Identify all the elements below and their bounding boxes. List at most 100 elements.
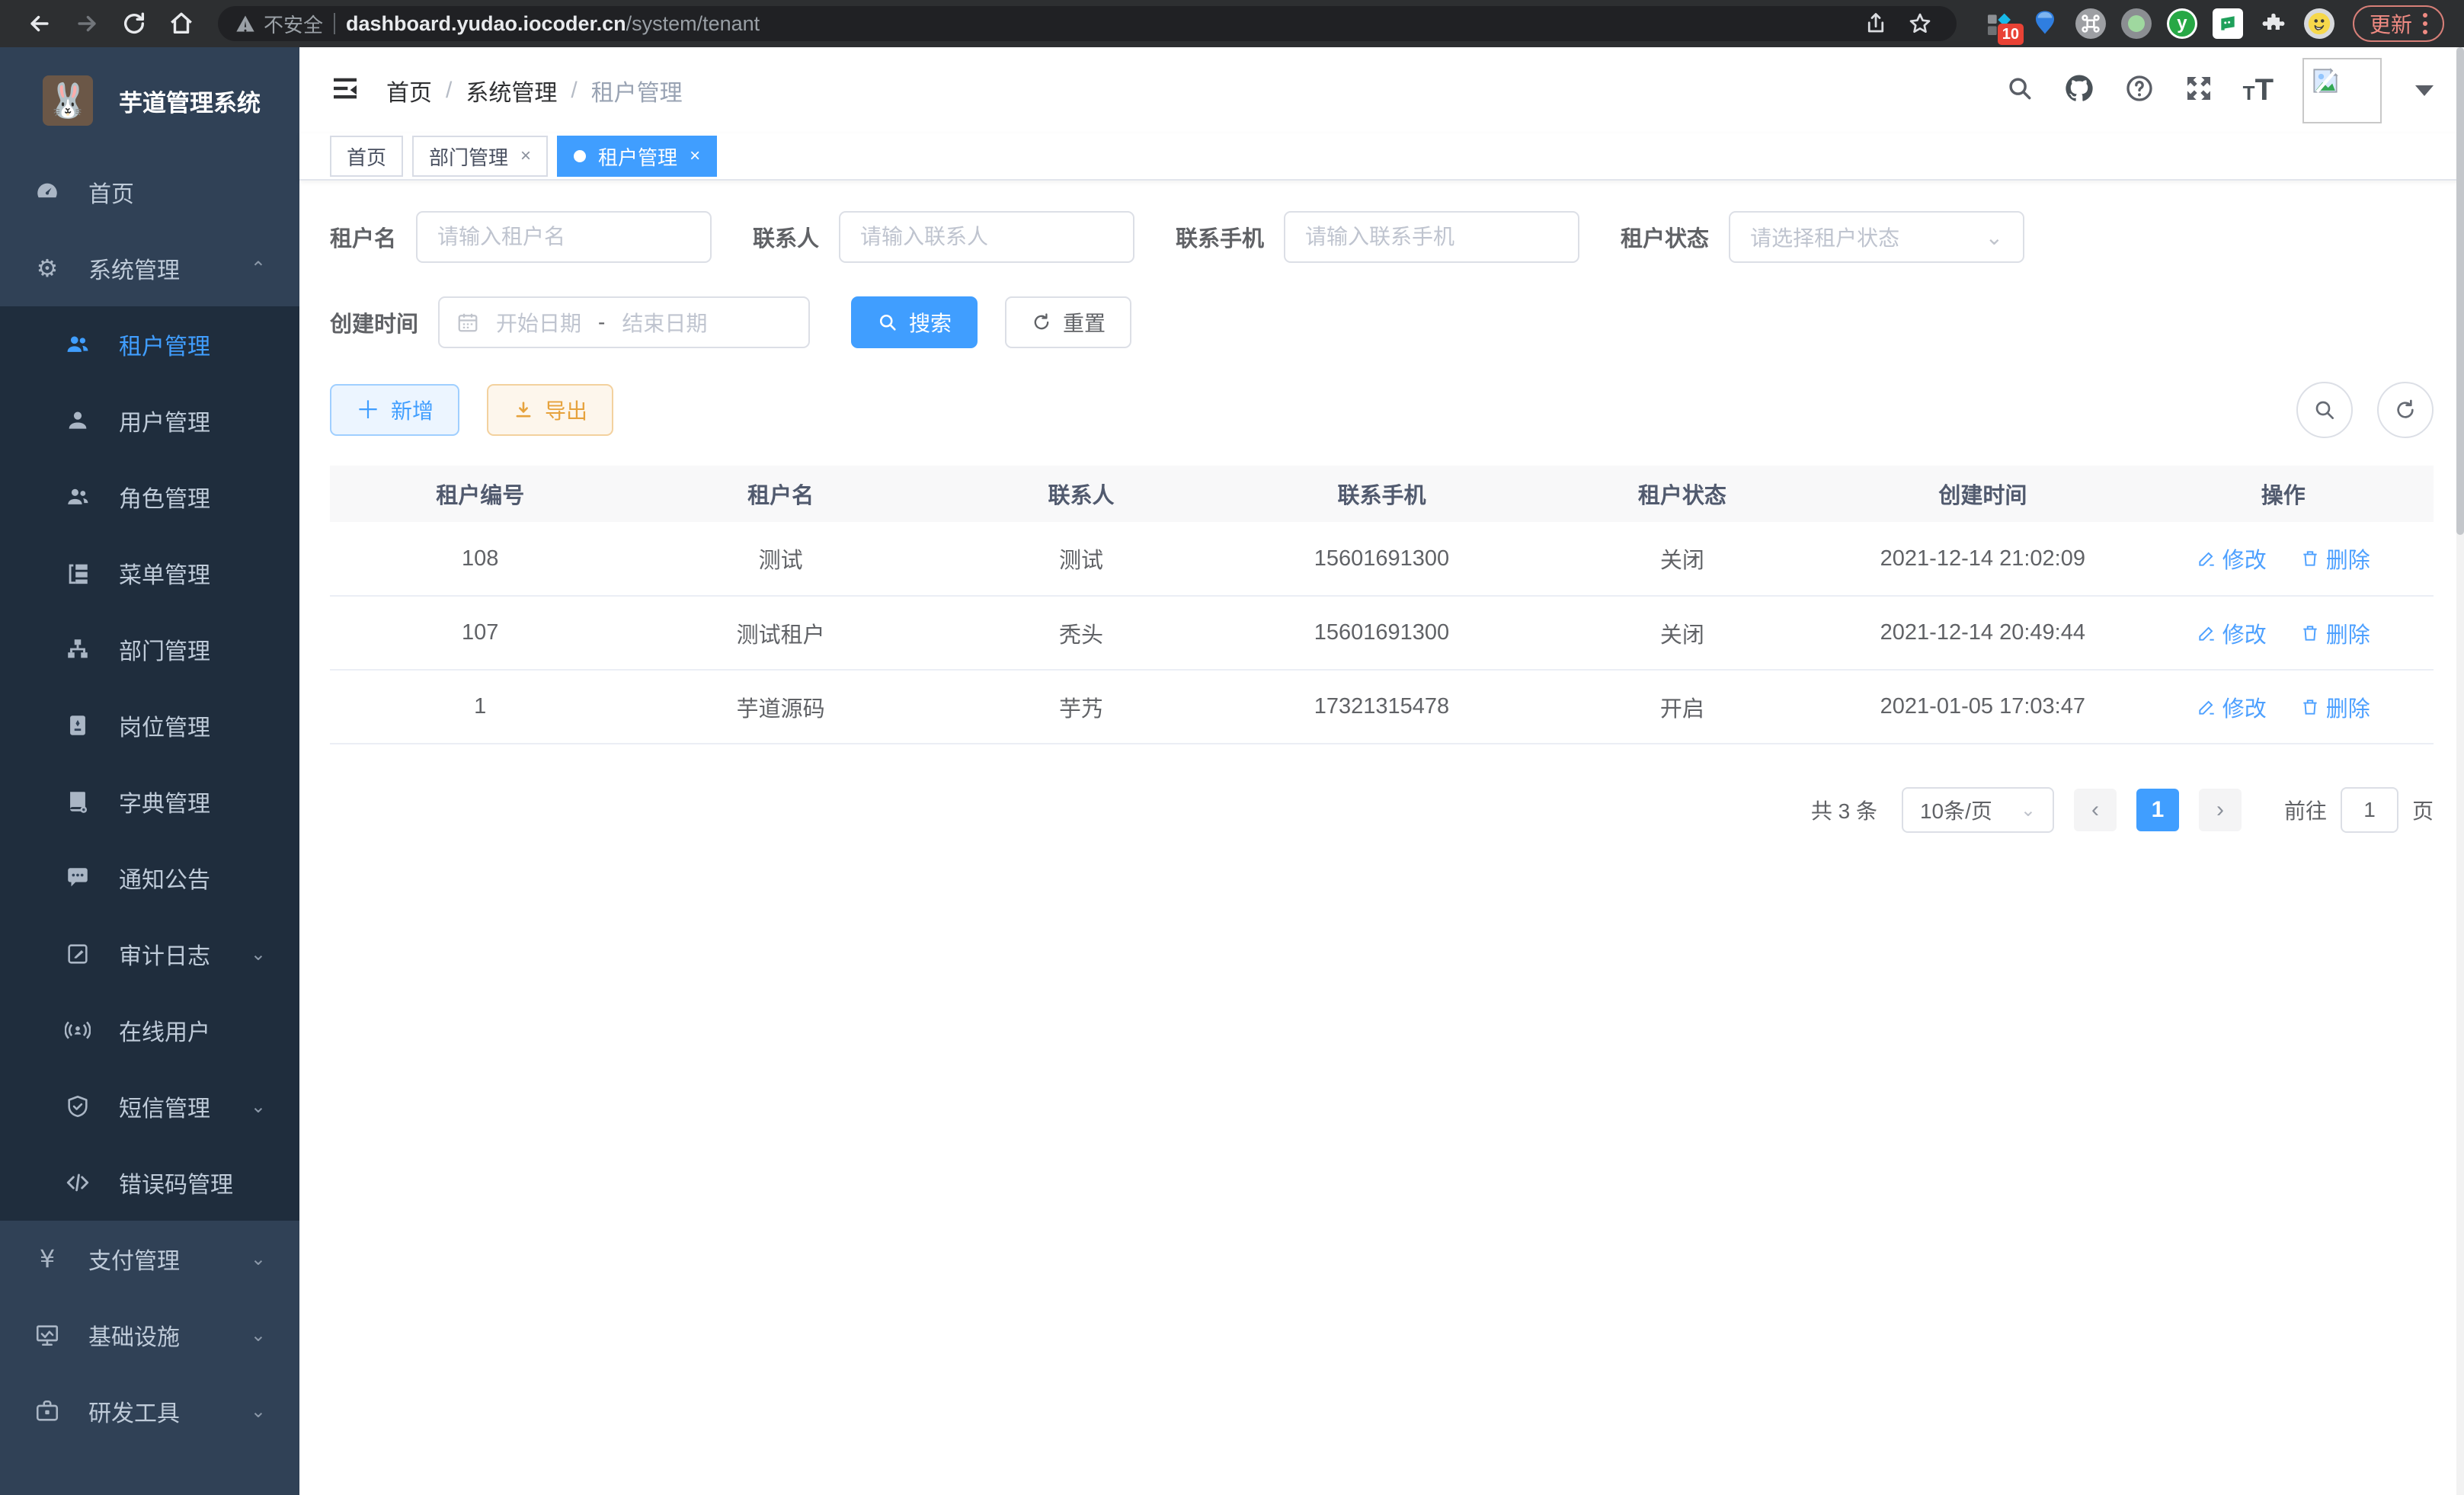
- fullscreen-icon[interactable]: [2184, 73, 2214, 107]
- browser-menu-icon[interactable]: [2423, 13, 2427, 34]
- share-icon[interactable]: [1856, 4, 1896, 43]
- goto-label: 前往: [2284, 795, 2327, 825]
- avatar-dropdown-icon[interactable]: [2415, 85, 2434, 96]
- sidebar-item-tenant[interactable]: 租户管理: [0, 306, 299, 383]
- delete-link[interactable]: 删除: [2300, 691, 2370, 723]
- home-icon[interactable]: [162, 4, 201, 43]
- export-button[interactable]: 导出: [487, 384, 613, 436]
- col-tenant-id: 租户编号: [330, 466, 630, 522]
- extension-grid-icon[interactable]: 10: [1984, 8, 2014, 39]
- add-button[interactable]: ＋ 新增: [330, 384, 459, 436]
- sidebar-item-home[interactable]: 首页: [0, 154, 299, 230]
- sidebar-item-online[interactable]: 在线用户: [0, 992, 299, 1068]
- breadcrumb-system[interactable]: 系统管理: [466, 74, 557, 107]
- sidebar-item-notice[interactable]: 通知公告: [0, 840, 299, 916]
- address-bar[interactable]: 不安全 dashboard.yudao.iocoder.cn/system/te…: [218, 6, 1957, 41]
- breadcrumb: 首页 / 系统管理 / 租户管理: [386, 74, 683, 107]
- tab-dept[interactable]: 部门管理 ×: [412, 136, 548, 177]
- sidebar-item-user[interactable]: 用户管理: [0, 383, 299, 459]
- sidebar-item-menu[interactable]: 菜单管理: [0, 535, 299, 611]
- sidebar-item-role[interactable]: 角色管理: [0, 459, 299, 535]
- header-search-icon[interactable]: [2005, 74, 2034, 107]
- sidebar-item-dict[interactable]: 字典管理: [0, 764, 299, 840]
- cell-contact: 芋艿: [931, 670, 1231, 744]
- add-label: 新增: [391, 395, 434, 425]
- table-row[interactable]: 107 测试租户 秃头 15601691300 关闭 2021-12-14 20…: [330, 596, 2434, 670]
- chevron-down-icon: ⌄: [251, 1096, 266, 1118]
- col-status: 租户状态: [1532, 466, 1832, 522]
- scrollbar-thumb[interactable]: [2456, 47, 2464, 535]
- app-logo[interactable]: 🐰 芋道管理系统: [0, 47, 299, 154]
- sidebar-item-audit[interactable]: 审计日志 ⌄: [0, 916, 299, 992]
- refresh-table-button[interactable]: [2377, 382, 2434, 438]
- goto-page-input[interactable]: [2341, 787, 2398, 833]
- mobile-input[interactable]: [1284, 211, 1579, 263]
- cell-created: 2021-12-14 20:49:44: [1832, 596, 2133, 670]
- contact-label: 联系人: [753, 221, 819, 253]
- tenant-name-input[interactable]: [416, 211, 712, 263]
- back-icon[interactable]: [20, 4, 59, 43]
- next-page-button[interactable]: ›: [2199, 789, 2242, 831]
- sidebar-item-label: 岗位管理: [119, 709, 210, 742]
- forward-icon[interactable]: [67, 4, 107, 43]
- help-icon[interactable]: [2124, 73, 2155, 107]
- page-scrollbar[interactable]: [2456, 47, 2464, 1495]
- sidebar-item-infra[interactable]: 基础设施 ⌄: [0, 1297, 299, 1373]
- sidebar-item-pay[interactable]: ¥ 支付管理 ⌄: [0, 1221, 299, 1297]
- end-date-placeholder: 结束日期: [622, 307, 707, 338]
- col-created: 创建时间: [1832, 466, 2133, 522]
- sidebar-item-dept[interactable]: 部门管理: [0, 611, 299, 687]
- page-size-select[interactable]: 10条/页 ⌄: [1902, 787, 2054, 833]
- edit-link[interactable]: 修改: [2197, 617, 2267, 649]
- roles-icon: [64, 484, 91, 510]
- edit-link[interactable]: 修改: [2197, 691, 2267, 723]
- url-text[interactable]: dashboard.yudao.iocoder.cn/system/tenant: [346, 12, 1845, 36]
- sidebar-item-label: 研发工具: [88, 1394, 180, 1428]
- delete-link[interactable]: 删除: [2300, 617, 2370, 649]
- extension-balloon-icon[interactable]: [2030, 8, 2060, 39]
- org-chart-icon: [64, 636, 91, 662]
- page-number-1[interactable]: 1: [2136, 789, 2179, 831]
- tab-tenant[interactable]: 租户管理 ×: [557, 136, 717, 177]
- col-tenant-name: 租户名: [630, 466, 930, 522]
- extensions-puzzle-icon[interactable]: [2258, 8, 2289, 39]
- toggle-search-button[interactable]: [2296, 382, 2353, 438]
- search-button[interactable]: 搜索: [851, 296, 978, 348]
- chrome-update-button[interactable]: 更新: [2353, 5, 2444, 42]
- reload-icon[interactable]: [114, 4, 154, 43]
- font-size-icon[interactable]: TT: [2243, 73, 2274, 107]
- extension-y-icon[interactable]: y: [2167, 8, 2197, 39]
- app-title: 芋道管理系统: [119, 84, 261, 118]
- edit-icon: [2197, 623, 2216, 643]
- contact-input[interactable]: [839, 211, 1134, 263]
- table-row[interactable]: 108 测试 测试 15601691300 关闭 2021-12-14 21:0…: [330, 522, 2434, 596]
- extensions-tray: 10 y: [1973, 8, 2345, 39]
- github-icon[interactable]: [2063, 72, 2095, 108]
- sidebar-collapse-icon[interactable]: [330, 73, 360, 107]
- sidebar-item-system[interactable]: ⚙ 系统管理 ⌃: [0, 230, 299, 306]
- bookmark-star-icon[interactable]: [1900, 4, 1940, 43]
- reset-button[interactable]: 重置: [1005, 296, 1131, 348]
- sidebar-item-sms[interactable]: 短信管理 ⌄: [0, 1068, 299, 1144]
- security-warning[interactable]: 不安全: [235, 10, 323, 38]
- table-row[interactable]: 1 芋道源码 芋艿 17321315478 开启 2021-01-05 17:0…: [330, 670, 2434, 744]
- sidebar-item-post[interactable]: 岗位管理: [0, 687, 299, 764]
- close-icon[interactable]: ×: [690, 146, 700, 167]
- create-time-range-picker[interactable]: 开始日期 - 结束日期: [438, 296, 810, 348]
- sidebar-item-errcode[interactable]: 错误码管理: [0, 1144, 299, 1221]
- status-select[interactable]: 请选择租户状态 ⌄: [1729, 211, 2024, 263]
- close-icon[interactable]: ×: [520, 146, 531, 167]
- extension-command-icon[interactable]: [2075, 8, 2106, 39]
- extension-record-icon[interactable]: [2121, 8, 2152, 39]
- tab-home[interactable]: 首页: [330, 136, 403, 177]
- delete-link[interactable]: 删除: [2300, 543, 2370, 575]
- user-avatar[interactable]: [2302, 58, 2382, 123]
- breadcrumb-home[interactable]: 首页: [386, 74, 432, 107]
- sidebar-item-devtools[interactable]: 研发工具 ⌄: [0, 1373, 299, 1449]
- profile-avatar-icon[interactable]: [2304, 8, 2334, 39]
- chevron-down-icon: ⌄: [251, 943, 266, 965]
- prev-page-button[interactable]: ‹: [2074, 789, 2117, 831]
- extension-chat-icon[interactable]: [2213, 8, 2243, 39]
- tenant-name-label: 租户名: [330, 221, 396, 253]
- edit-link[interactable]: 修改: [2197, 543, 2267, 575]
